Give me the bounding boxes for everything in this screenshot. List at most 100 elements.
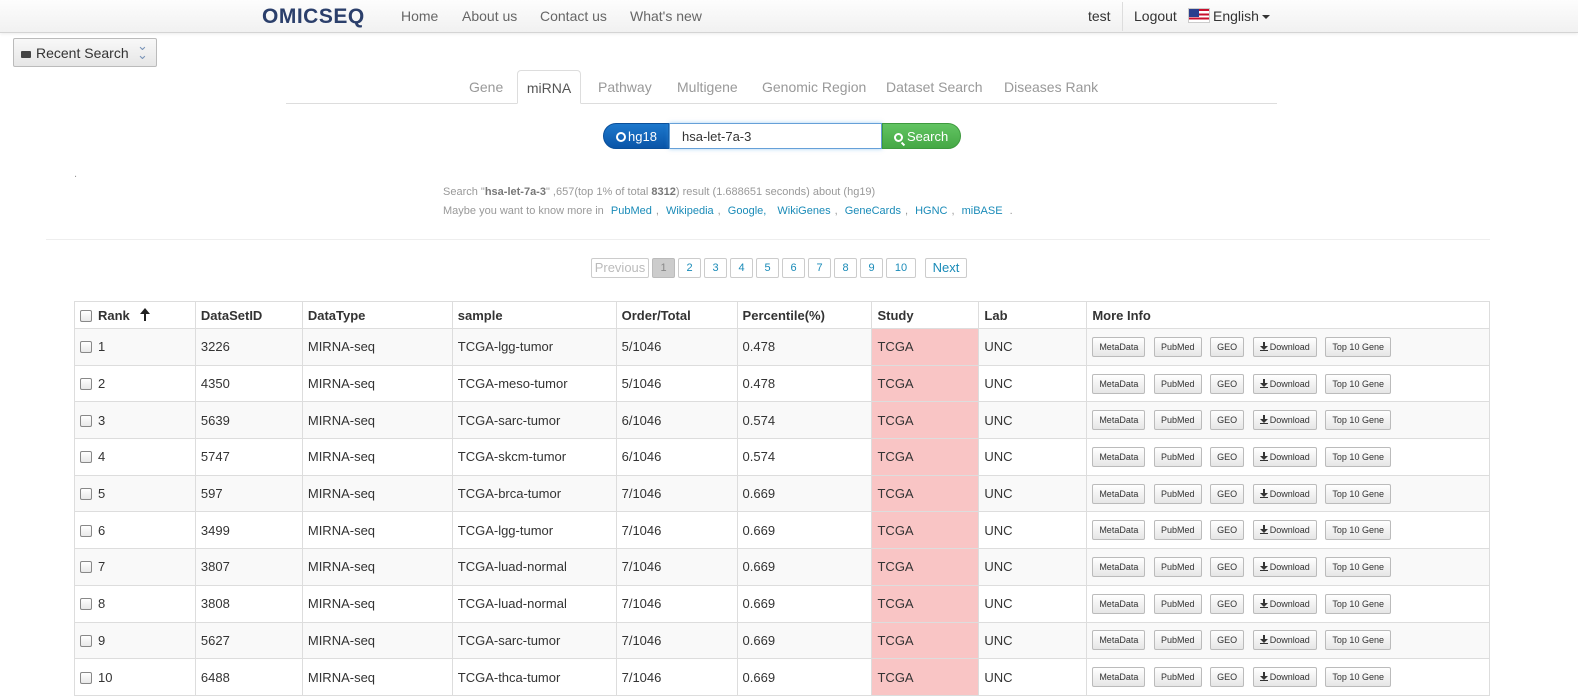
top-10-gene-button[interactable]: Top 10 Gene [1325, 667, 1391, 688]
download-button[interactable]: Download [1252, 483, 1317, 504]
pubmed-button[interactable]: PubMed [1153, 593, 1202, 614]
pubmed-button[interactable]: PubMed [1153, 410, 1202, 431]
download-button[interactable]: Download [1252, 410, 1317, 431]
row-checkbox[interactable] [80, 671, 92, 684]
row-checkbox[interactable] [80, 341, 92, 354]
geo-button[interactable]: GEO [1210, 446, 1245, 467]
page-3[interactable]: 3 [704, 258, 727, 278]
pubmed-button[interactable]: PubMed [1153, 373, 1202, 394]
metadata-button[interactable]: MetaData [1092, 667, 1146, 688]
top-10-gene-button[interactable]: Top 10 Gene [1325, 336, 1391, 357]
download-button[interactable]: Download [1252, 593, 1317, 614]
top-10-gene-button[interactable]: Top 10 Gene [1325, 593, 1391, 614]
pagination-next[interactable]: Next [925, 258, 967, 278]
pubmed-button[interactable]: PubMed [1153, 483, 1202, 504]
metadata-button[interactable]: MetaData [1092, 446, 1146, 467]
tab-genomic-region[interactable]: Genomic Region [762, 79, 866, 95]
geo-button[interactable]: GEO [1210, 556, 1245, 577]
nav-home-link[interactable]: Home [401, 8, 438, 24]
metadata-button[interactable]: MetaData [1092, 556, 1146, 577]
pubmed-button[interactable]: PubMed [1153, 446, 1202, 467]
col-rank[interactable]: Rank [74, 301, 196, 329]
geo-button[interactable]: GEO [1210, 630, 1245, 651]
link-pubmed[interactable]: PubMed [611, 205, 652, 217]
user-name-link[interactable]: test [1088, 8, 1111, 24]
pubmed-button[interactable]: PubMed [1153, 520, 1202, 541]
geo-button[interactable]: GEO [1210, 483, 1245, 504]
nav-whats-new-link[interactable]: What's new [630, 8, 702, 24]
tab-gene[interactable]: Gene [469, 79, 503, 95]
nav-contact-link[interactable]: Contact us [540, 8, 607, 24]
search-input[interactable] [669, 123, 882, 149]
link-wikigenes[interactable]: WikiGenes [777, 205, 830, 217]
search-button[interactable]: Search [882, 123, 961, 149]
tab-mirna[interactable]: miRNA [517, 70, 581, 104]
geo-button[interactable]: GEO [1210, 373, 1245, 394]
metadata-button[interactable]: MetaData [1092, 410, 1146, 431]
geo-button[interactable]: GEO [1210, 667, 1245, 688]
sort-up-arrow-icon[interactable] [139, 307, 150, 321]
tab-pathway[interactable]: Pathway [598, 79, 652, 95]
brand-logo[interactable]: OMICSEQ [262, 5, 365, 29]
page-5[interactable]: 5 [756, 258, 779, 278]
page-10[interactable]: 10 [886, 258, 916, 278]
top-10-gene-button[interactable]: Top 10 Gene [1325, 483, 1391, 504]
tab-multigene[interactable]: Multigene [677, 79, 738, 95]
page-8[interactable]: 8 [834, 258, 857, 278]
metadata-button[interactable]: MetaData [1092, 336, 1146, 357]
link-hgnc[interactable]: HGNC [915, 205, 947, 217]
top-10-gene-button[interactable]: Top 10 Gene [1325, 446, 1391, 467]
genome-selector-button[interactable]: hg18 [603, 123, 669, 149]
geo-button[interactable]: GEO [1210, 593, 1245, 614]
top-10-gene-button[interactable]: Top 10 Gene [1325, 520, 1391, 541]
top-10-gene-button[interactable]: Top 10 Gene [1325, 373, 1391, 394]
download-button[interactable]: Download [1252, 667, 1317, 688]
link-google[interactable]: Google, [728, 205, 767, 217]
tab-diseases-rank[interactable]: Diseases Rank [1004, 79, 1098, 95]
geo-button[interactable]: GEO [1210, 336, 1245, 357]
download-button[interactable]: Download [1252, 630, 1317, 651]
logout-link[interactable]: Logout [1134, 8, 1177, 24]
page-4[interactable]: 4 [730, 258, 753, 278]
page-2[interactable]: 2 [678, 258, 701, 278]
page-7[interactable]: 7 [808, 258, 831, 278]
pubmed-button[interactable]: PubMed [1153, 556, 1202, 577]
pubmed-button[interactable]: PubMed [1153, 630, 1202, 651]
page-6[interactable]: 6 [782, 258, 805, 278]
row-checkbox[interactable] [80, 488, 92, 501]
geo-button[interactable]: GEO [1210, 410, 1245, 431]
link-mibase[interactable]: miBASE [962, 205, 1003, 217]
recent-search-button[interactable]: Recent Search ⌄ ⌄ [13, 38, 157, 67]
metadata-button[interactable]: MetaData [1092, 483, 1146, 504]
top-10-gene-button[interactable]: Top 10 Gene [1325, 410, 1391, 431]
metadata-button[interactable]: MetaData [1092, 520, 1146, 541]
metadata-button[interactable]: MetaData [1092, 373, 1146, 394]
language-dropdown[interactable]: English [1213, 8, 1270, 24]
download-button[interactable]: Download [1252, 446, 1317, 467]
tab-dataset-search[interactable]: Dataset Search [886, 79, 983, 95]
nav-about-link[interactable]: About us [462, 8, 517, 24]
row-checkbox[interactable] [80, 414, 92, 427]
top-10-gene-button[interactable]: Top 10 Gene [1325, 556, 1391, 577]
download-button[interactable]: Download [1252, 336, 1317, 357]
page-1[interactable]: 1 [652, 258, 675, 278]
row-checkbox[interactable] [80, 451, 92, 464]
pubmed-button[interactable]: PubMed [1153, 667, 1202, 688]
geo-button[interactable]: GEO [1210, 520, 1245, 541]
metadata-button[interactable]: MetaData [1092, 630, 1146, 651]
pubmed-button[interactable]: PubMed [1153, 336, 1202, 357]
download-button[interactable]: Download [1252, 373, 1317, 394]
row-checkbox[interactable] [80, 634, 92, 647]
page-9[interactable]: 9 [860, 258, 883, 278]
link-genecards[interactable]: GeneCards [845, 205, 901, 217]
download-button[interactable]: Download [1252, 556, 1317, 577]
row-checkbox[interactable] [80, 524, 92, 537]
select-all-checkbox[interactable] [80, 309, 92, 322]
download-button[interactable]: Download [1252, 520, 1317, 541]
row-checkbox[interactable] [80, 598, 92, 611]
top-10-gene-button[interactable]: Top 10 Gene [1325, 630, 1391, 651]
row-checkbox[interactable] [80, 561, 92, 574]
metadata-button[interactable]: MetaData [1092, 593, 1146, 614]
link-wikipedia[interactable]: Wikipedia [666, 205, 714, 217]
row-checkbox[interactable] [80, 378, 92, 391]
